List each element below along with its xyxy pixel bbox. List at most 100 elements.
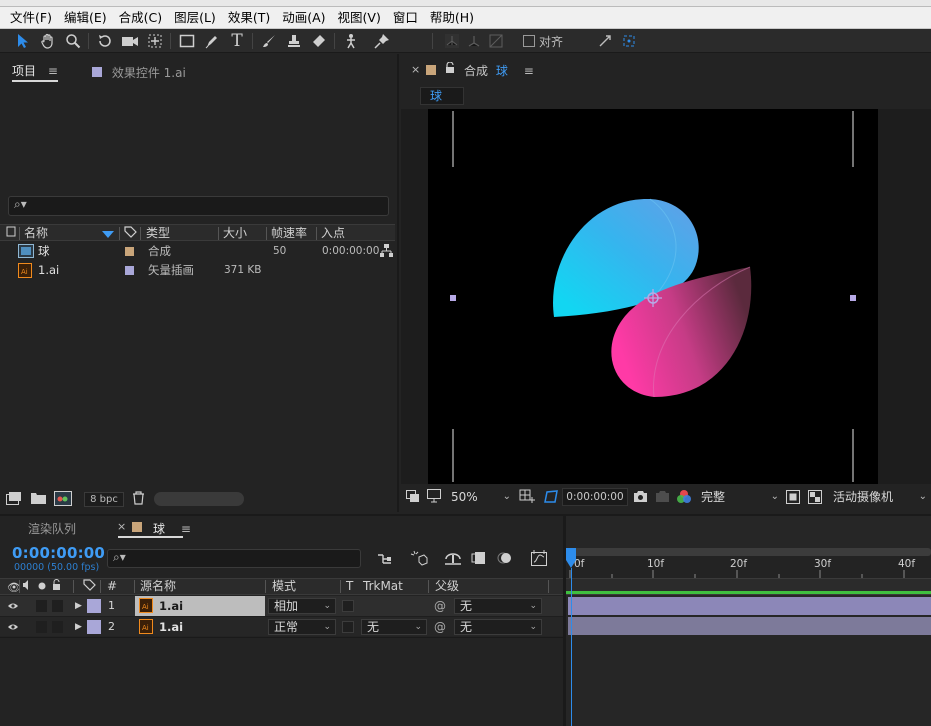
timeline-search-input[interactable]: ⌕▾ [107,549,361,568]
label-swatch[interactable] [125,247,134,256]
layer-duration-bar[interactable] [568,597,931,615]
zoom-dropdown[interactable]: 50% ⌄ [451,488,511,506]
track-matte-dropdown[interactable]: 无 ⌄ [361,619,427,635]
menu-file[interactable]: 文件(F) [4,8,58,28]
lock-switch[interactable] [52,600,63,612]
motion-blur-icon[interactable] [497,551,513,568]
layer-label-swatch[interactable] [87,599,101,613]
label-swatch[interactable] [125,266,134,275]
panel-menu-icon[interactable]: ≡ [524,64,534,78]
layer-row[interactable]: ▶ 2 Ai 1.ai 正常 ⌄ 无 ⌄ @ 无 ⌄ [0,616,563,636]
layer-handle-left[interactable] [450,295,456,301]
snapshot-camera-icon[interactable] [633,490,648,506]
hand-tool-icon[interactable] [39,32,57,50]
layer-name-highlight[interactable] [135,596,265,616]
project-item-row[interactable]: 球 合成 50 0:00:00:00 [0,242,395,261]
show-snapshot-icon[interactable] [655,490,670,506]
camera-view-dropdown[interactable]: 活动摄像机 ⌄ [833,488,927,506]
column-parent[interactable]: 父级 [435,578,459,595]
column-preserve-transparency[interactable]: T [346,578,353,595]
work-area-bar[interactable] [568,548,931,556]
column-in-point[interactable]: 入点 [321,225,345,241]
resolution-grid-icon[interactable] [519,489,535,507]
new-folder-icon[interactable] [31,492,46,507]
shy-layers-icon[interactable] [444,551,462,568]
rotate-tool-icon[interactable] [96,32,114,50]
tab-timeline-comp[interactable]: 球 ≡ [153,520,191,537]
pan-behind-tool-icon[interactable] [146,32,164,50]
column-track-matte[interactable]: TrkMat [363,578,403,595]
zoom-tool-icon[interactable] [64,32,82,50]
snap-checkbox[interactable]: 对齐 [523,32,563,50]
timeline-current-time[interactable]: 0:00:00:00 [12,544,105,562]
comp-breadcrumb[interactable]: 球 [420,87,464,105]
thumbnail-scrollbar[interactable] [154,492,244,506]
menu-window[interactable]: 窗口 [387,8,424,28]
menu-composition[interactable]: 合成(C) [113,8,168,28]
camera-tool-icon[interactable] [121,32,139,50]
solo-switch[interactable] [36,621,47,633]
column-source-name[interactable]: 源名称 [140,578,176,595]
layer-handle-right[interactable] [850,295,856,301]
view-axis-icon[interactable] [487,32,505,50]
menu-edit[interactable]: 编辑(E) [58,8,113,28]
region-of-interest-icon[interactable] [786,490,800,507]
solo-switch[interactable] [36,600,47,612]
layer-name[interactable]: 1.ai [159,617,183,637]
clone-stamp-tool-icon[interactable] [285,32,303,50]
parent-dropdown[interactable]: 无 ⌄ [454,619,542,635]
frame-blending-icon[interactable] [471,551,487,568]
toggle-mask-icon[interactable] [542,488,560,506]
selection-tool-icon[interactable] [14,32,32,50]
color-channels-icon[interactable] [676,489,692,508]
snap-feature-icon[interactable] [620,32,638,50]
tab-project[interactable]: 项目 ≡ [12,62,58,82]
menu-effect[interactable]: 效果(T) [222,8,276,28]
snap-edge-icon[interactable] [596,32,614,50]
layer-label-swatch[interactable] [87,620,101,634]
menu-animation[interactable]: 动画(A) [276,8,331,28]
close-tab-icon[interactable]: × [117,520,126,533]
parent-dropdown[interactable]: 无 ⌄ [454,598,542,614]
roto-brush-tool-icon[interactable] [342,32,360,50]
lock-switch[interactable] [52,621,63,633]
monitor-icon[interactable] [427,489,441,506]
current-time-display[interactable]: 0:00:00:00 [562,488,628,506]
rectangle-tool-icon[interactable] [178,32,196,50]
preserve-transparency-checkbox[interactable] [342,621,354,633]
tab-render-queue[interactable]: 渲染队列 [28,520,76,537]
column-type[interactable]: 类型 [146,225,170,241]
preserve-transparency-checkbox[interactable] [342,600,354,612]
draft-3d-icon[interactable] [410,550,428,569]
world-axis-icon[interactable] [465,32,483,50]
new-composition-icon[interactable] [54,491,72,509]
menu-help[interactable]: 帮助(H) [424,8,480,28]
puppet-pin-tool-icon[interactable] [373,32,391,50]
tab-composition[interactable]: 合成 球 ≡ [464,62,534,79]
transparency-grid-icon[interactable] [808,490,822,507]
tab-effect-controls[interactable]: 效果控件 1.ai [92,64,186,81]
column-size[interactable]: 大小 [223,225,247,241]
column-fps[interactable]: 帧速率 [271,225,307,241]
expand-triangle-icon[interactable]: ▶ [75,617,82,637]
panel-menu-icon[interactable]: ≡ [181,522,191,536]
layer-row[interactable]: ▶ 1 Ai 1.ai 相加 ⌄ @ 无 ⌄ [0,596,563,616]
blend-mode-dropdown[interactable]: 正常 ⌄ [268,619,336,635]
menu-layer[interactable]: 图层(L) [168,8,222,28]
type-tool-icon[interactable]: T [228,31,246,51]
layer-duration-bar[interactable] [568,617,931,635]
expand-triangle-icon[interactable]: ▶ [75,596,82,616]
eraser-tool-icon[interactable] [310,32,328,50]
interpret-footage-icon[interactable] [6,492,22,508]
pick-whip-icon[interactable]: @ [434,596,446,616]
panel-menu-icon[interactable]: ≡ [48,64,58,78]
project-item-row[interactable]: Ai 1.ai 矢量插画 371 KB [0,261,395,280]
resolution-dropdown[interactable]: 完整 ⌄ [701,488,779,506]
pen-tool-icon[interactable] [203,32,221,50]
visibility-eye-icon[interactable] [7,617,19,643]
menu-view[interactable]: 视图(V) [332,8,387,28]
blend-mode-dropdown[interactable]: 相加 ⌄ [268,598,336,614]
local-axis-icon[interactable] [443,32,461,50]
bit-depth-button[interactable]: 8 bpc [84,492,124,507]
pick-whip-icon[interactable]: @ [434,617,446,637]
